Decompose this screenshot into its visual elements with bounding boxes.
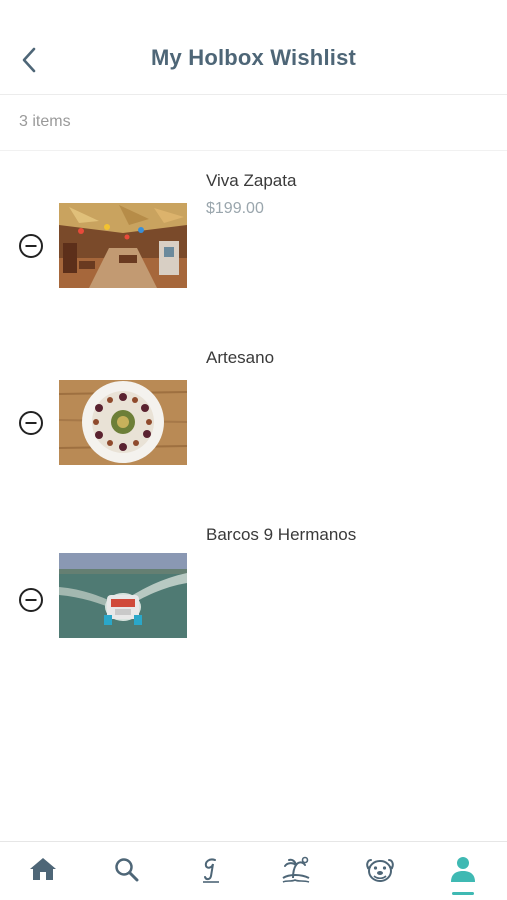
item-thumbnail[interactable] [59,553,187,638]
minus-circle-icon [19,234,43,258]
search-icon [115,858,139,882]
tab-home[interactable] [13,842,73,900]
item-count-bar: 3 items [0,95,507,151]
guide-icon [203,858,219,883]
remove-item-button[interactable] [18,587,44,613]
home-icon [30,858,56,880]
plated-dish-photo [59,380,187,465]
tab-search[interactable] [97,842,157,900]
remove-item-button[interactable] [18,233,44,259]
tab-bulldog[interactable] [349,842,409,900]
profile-icon [451,857,475,882]
tab-island[interactable] [265,842,325,900]
bulldog-icon [366,859,394,882]
minus-circle-icon [19,411,43,435]
wishlist-item[interactable]: Artesano [0,342,507,502]
item-thumbnail[interactable] [59,380,187,465]
wishlist-item[interactable]: Barcos 9 Hermanos [0,519,507,679]
item-count: 3 items [19,113,71,130]
item-name[interactable]: Artesano [206,348,274,368]
island-icon [282,856,310,883]
minus-circle-icon [19,588,43,612]
tab-profile[interactable] [433,842,493,900]
item-name[interactable]: Barcos 9 Hermanos [206,525,356,545]
remove-item-button[interactable] [18,410,44,436]
item-price: $199.00 [206,200,264,217]
active-tab-indicator [452,892,474,895]
tab-guide[interactable] [181,842,241,900]
bottom-tab-bar [0,841,507,900]
boat-aerial-photo [59,553,187,638]
item-thumbnail[interactable] [59,203,187,288]
wishlist-item[interactable]: Viva Zapata $199.00 [0,165,507,325]
header: My Holbox Wishlist [0,0,507,95]
page-title: My Holbox Wishlist [150,45,357,70]
restaurant-interior-photo [59,203,187,288]
item-name[interactable]: Viva Zapata [206,171,296,191]
